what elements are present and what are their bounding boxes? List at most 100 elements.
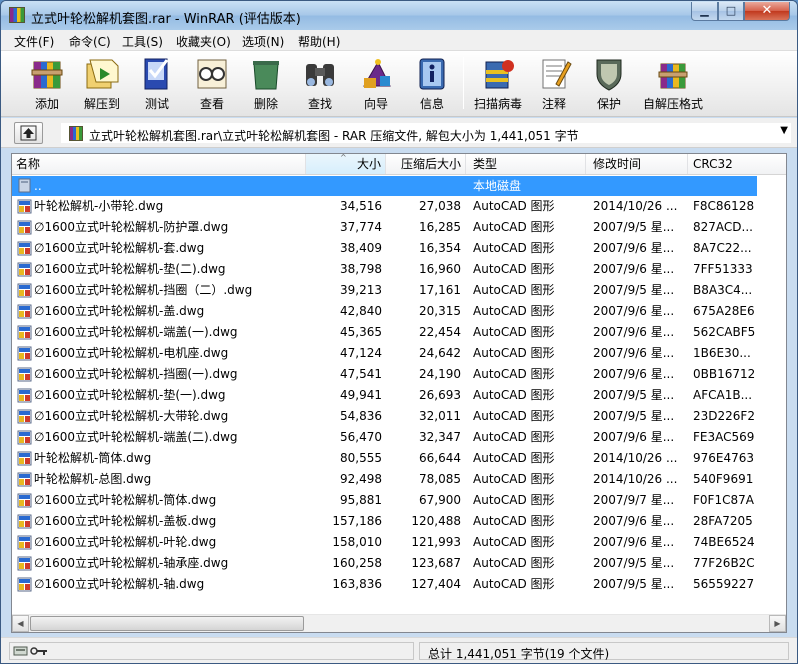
file-row[interactable]: ∅1600立式叶轮松解机-叶轮.dwg 158,010 121,993 AutoCAD… — [12, 532, 786, 553]
file-row[interactable]: ∅1600立式叶轮松解机-挡圈(一).dwg 47,541 24,190 AutoCA… — [12, 364, 786, 385]
extract-to-button-label: 解压到 — [83, 97, 120, 111]
file-row[interactable]: 叶轮松解机-筒体.dwg 80,555 66,644 AutoCAD 图形 2014/1… — [12, 448, 786, 469]
winrar-window: 立式叶轮松解机套图.rar - WinRAR (评估版本) ▁ □ ✕ 文件(F… — [0, 0, 798, 664]
file-crc32: 827ACD... — [693, 220, 753, 234]
address-field[interactable]: 立式叶轮松解机套图.rar\立式叶轮松解机套图 - RAR 压缩文件, 解包大小… — [61, 123, 791, 143]
file-row[interactable]: ∅1600立式叶轮松解机-大带轮.dwg 54,836 32,011 AutoCAD … — [12, 406, 786, 427]
column-modified[interactable]: 修改时间 — [586, 154, 688, 174]
dwg-file-icon — [17, 577, 32, 592]
sfx-icon — [658, 63, 688, 89]
view-button[interactable]: 查看 — [188, 53, 236, 113]
parent-folder-name: .. — [34, 179, 42, 193]
up-one-level-button[interactable] — [14, 122, 43, 144]
file-type: AutoCAD 图形 — [473, 367, 555, 381]
file-crc32: F8C86128 — [693, 199, 755, 213]
file-size: 38,409 — [340, 241, 382, 255]
file-rows: .. 本地磁盘 叶轮松解机-小带轮.dwg 34,516 27,038 AutoCAD… — [12, 175, 786, 595]
scrollbar-thumb[interactable] — [30, 616, 304, 631]
file-row[interactable]: ∅1600立式叶轮松解机-筒体.dwg 95,881 67,900 AutoCAD 图… — [12, 490, 786, 511]
sfx-button[interactable]: 自解压格式 — [639, 53, 707, 113]
status-right-pane: 总计 1,441,051 字节(19 个文件) — [419, 642, 789, 661]
file-modified: 2007/9/6 星... — [593, 262, 675, 276]
file-row[interactable]: ∅1600立式叶轮松解机-轴.dwg 163,836 127,404 AutoCAD … — [12, 574, 786, 595]
menu-help[interactable]: 帮助(H) — [298, 33, 340, 50]
file-row[interactable]: ∅1600立式叶轮松解机-盖.dwg 42,840 20,315 AutoCAD 图形… — [12, 301, 786, 322]
file-type: AutoCAD 图形 — [473, 283, 555, 297]
column-crc32[interactable]: CRC32 — [688, 154, 786, 174]
extract-to-button[interactable]: 解压到 — [79, 53, 125, 113]
file-modified: 2007/9/5 星... — [593, 283, 675, 297]
winrar-app-icon[interactable] — [9, 7, 25, 23]
file-packed-size: 22,454 — [419, 325, 461, 339]
file-name: ∅1600立式叶轮松解机-筒体.dwg — [34, 493, 217, 507]
file-packed-size: 123,687 — [411, 556, 461, 570]
column-name[interactable]: 名称 — [12, 154, 306, 174]
file-modified: 2007/9/6 星... — [593, 514, 675, 528]
menu-favorites[interactable]: 收藏夹(O) — [176, 33, 231, 50]
scroll-left-arrow-icon[interactable]: ◀ — [12, 615, 29, 632]
file-row[interactable]: ∅1600立式叶轮松解机-挡圈（二）.dwg 39,213 17,161 AutoCA… — [12, 280, 786, 301]
column-packed-size[interactable]: 压缩后大小 — [386, 154, 466, 174]
maximize-button[interactable]: □ — [718, 2, 744, 21]
title-bar[interactable]: 立式叶轮松解机套图.rar - WinRAR (评估版本) ▁ □ ✕ — [1, 1, 797, 30]
add-button[interactable]: 添加 — [23, 53, 71, 113]
virus-scan-button[interactable]: 扫描病毒 — [469, 53, 527, 113]
find-button[interactable]: 查找 — [297, 53, 343, 113]
parent-folder-row[interactable]: .. 本地磁盘 — [12, 175, 786, 196]
file-row[interactable]: 叶轮松解机-总图.dwg 92,498 78,085 AutoCAD 图形 2014/1… — [12, 469, 786, 490]
delete-button[interactable]: 删除 — [244, 53, 288, 113]
status-left-pane — [9, 642, 414, 660]
file-row[interactable]: ∅1600立式叶轮松解机-轴承座.dwg 160,258 123,687 AutoCA… — [12, 553, 786, 574]
dwg-file-icon — [17, 304, 32, 319]
file-row[interactable]: ∅1600立式叶轮松解机-垫(一).dwg 49,941 26,693 AutoCAD… — [12, 385, 786, 406]
wizard-button[interactable]: 向导 — [352, 53, 400, 113]
info-button[interactable]: 信息 — [409, 53, 455, 113]
file-modified: 2007/9/6 星... — [593, 241, 675, 255]
menu-file[interactable]: 文件(F) — [14, 33, 54, 50]
file-row[interactable]: ∅1600立式叶轮松解机-端盖(一).dwg 45,365 22,454 AutoCA… — [12, 322, 786, 343]
file-size: 56,470 — [340, 430, 382, 444]
file-packed-size: 121,993 — [411, 535, 461, 549]
file-modified: 2014/10/26 ... — [593, 199, 678, 213]
menu-commands[interactable]: 命令(C) — [69, 33, 111, 50]
column-size[interactable]: ^ 大小 — [306, 154, 386, 174]
file-name: 叶轮松解机-筒体.dwg — [34, 451, 152, 465]
dwg-file-icon — [17, 262, 32, 277]
file-name: ∅1600立式叶轮松解机-电机座.dwg — [34, 346, 229, 360]
test-button[interactable]: 测试 — [135, 53, 179, 113]
file-type: AutoCAD 图形 — [473, 535, 555, 549]
file-size: 34,516 — [340, 199, 382, 213]
file-row[interactable]: ∅1600立式叶轮松解机-电机座.dwg 47,124 24,642 AutoCAD … — [12, 343, 786, 364]
file-row[interactable]: ∅1600立式叶轮松解机-套.dwg 38,409 16,354 AutoCAD 图形… — [12, 238, 786, 259]
dwg-file-icon — [17, 220, 32, 235]
file-type: AutoCAD 图形 — [473, 388, 555, 402]
chevron-down-icon[interactable]: ▼ — [780, 125, 788, 136]
file-crc32: 56559227 — [693, 577, 755, 591]
comment-button[interactable]: 注释 — [531, 53, 577, 113]
file-crc32: 0BB16712 — [693, 367, 756, 381]
file-packed-size: 26,693 — [419, 388, 461, 402]
protect-button[interactable]: 保护 — [586, 53, 632, 113]
menu-options[interactable]: 选项(N) — [242, 33, 284, 50]
horizontal-scrollbar[interactable]: ◀ ▶ — [12, 614, 786, 632]
dwg-file-icon — [17, 472, 32, 487]
scroll-right-arrow-icon[interactable]: ▶ — [769, 615, 786, 632]
file-row[interactable]: 叶轮松解机-小带轮.dwg 34,516 27,038 AutoCAD 图形 2014/… — [12, 196, 786, 217]
file-row[interactable]: ∅1600立式叶轮松解机-端盖(二).dwg 56,470 32,347 AutoCA… — [12, 427, 786, 448]
drive-key-icon[interactable] — [13, 644, 49, 658]
toolbar-separator — [463, 57, 464, 109]
minimize-button[interactable]: ▁ — [691, 2, 718, 21]
file-modified: 2007/9/7 星... — [593, 493, 675, 507]
dwg-file-icon — [17, 388, 32, 403]
column-type[interactable]: 类型 — [466, 154, 586, 174]
file-row[interactable]: ∅1600立式叶轮松解机-盖板.dwg 157,186 120,488 AutoCAD… — [12, 511, 786, 532]
file-name: ∅1600立式叶轮松解机-盖.dwg — [34, 304, 205, 318]
file-type: AutoCAD 图形 — [473, 220, 555, 234]
wizard-button-label: 向导 — [363, 97, 388, 111]
close-button[interactable]: ✕ — [744, 2, 790, 21]
menu-tools[interactable]: 工具(S) — [122, 33, 163, 50]
file-row[interactable]: ∅1600立式叶轮松解机-防护罩.dwg 37,774 16,285 AutoCAD … — [12, 217, 786, 238]
file-size: 160,258 — [332, 556, 382, 570]
file-row[interactable]: ∅1600立式叶轮松解机-垫(二).dwg 38,798 16,960 AutoCAD… — [12, 259, 786, 280]
file-list[interactable]: 名称 ^ 大小 压缩后大小 类型 修改时间 CRC32 .. 本地磁盘 叶轮松解… — [11, 153, 787, 633]
